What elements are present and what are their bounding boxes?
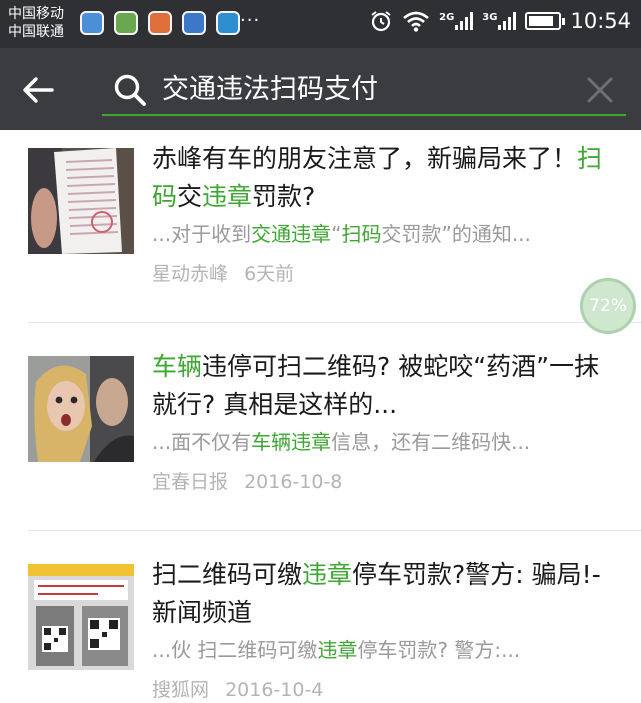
highlighted-keyword: 交通违章 [251, 222, 332, 246]
app-notification-icon [148, 11, 172, 35]
result-snippet: ...对于收到交通违章“扫码交罚款”的通知... [152, 220, 622, 248]
search-result-item[interactable]: 赤峰有车的朋友注意了，新骗局来了！扫码交违章罚款? ...对于收到交通违章“扫码… [0, 140, 641, 320]
search-header: 交通违法扫码支付 [0, 48, 641, 130]
search-result-item[interactable]: 扫二维码可缴违章停车罚款?警方: 骗局!-新闻频道 ...伙 扫二维码可缴违章停… [0, 556, 641, 703]
highlighted-keyword: 违章 [202, 182, 253, 211]
text-segment: 停车罚款? 警方:... [357, 638, 521, 662]
network-2g-label: 2G [439, 12, 455, 23]
text-segment: 交 [177, 182, 203, 211]
close-icon[interactable] [584, 74, 616, 106]
result-meta: 星动赤峰 6天前 [152, 261, 294, 287]
result-title[interactable]: 扫二维码可缴违章停车罚款?警方: 骗局!-新闻频道 [152, 556, 622, 632]
result-meta: 宜春日报 2016-10-8 [152, 469, 342, 495]
back-button[interactable] [18, 70, 58, 110]
text-segment: 罚款? [252, 182, 316, 211]
signal-2g-icon: 2G [439, 12, 474, 30]
result-date: 6天前 [244, 263, 295, 285]
search-result-item[interactable]: 车辆违停可扫二维码? 被蛇咬“药酒”一抹就行? 真相是这样的... ...面不仅… [0, 348, 641, 528]
app-notification-icon [182, 11, 206, 35]
carrier-2: 中国联通 [8, 24, 64, 40]
carrier-info: 中国移动 中国联通 [8, 5, 64, 41]
app-notification-icon [114, 11, 138, 35]
text-segment: 信息，还有二维码快... [331, 430, 531, 454]
search-input[interactable]: 交通违法扫码支付 [102, 62, 626, 116]
notification-icons [80, 11, 240, 35]
result-snippet: ...面不仅有车辆违章信息，还有二维码快... [152, 428, 622, 456]
highlighted-keyword: 扫码 [341, 222, 382, 246]
result-snippet: ...伙 扫二维码可缴违章停车罚款? 警方:... [152, 636, 622, 664]
network-3g-label: 3G [482, 12, 498, 23]
text-segment: 违停可扫二维码? 被蛇咬“药酒”一抹就行? 真相是这样的... [152, 352, 600, 419]
highlighted-keyword: 车辆违章 [251, 430, 332, 454]
text-segment: ...伙 扫二维码可缴 [152, 638, 318, 662]
result-thumbnail-notice [28, 564, 134, 670]
result-source: 宜春日报 [152, 471, 229, 493]
text-segment: 赤峰有车的朋友注意了，新骗局来了！ [152, 144, 578, 173]
highlighted-keyword: 车辆 [152, 352, 203, 381]
result-source: 搜狐网 [152, 679, 210, 701]
search-icon [114, 74, 146, 106]
wifi-icon [402, 10, 430, 32]
highlighted-keyword: 违章 [317, 638, 358, 662]
text-segment: 交罚款”的通知... [381, 222, 531, 246]
app-notification-icon [80, 11, 104, 35]
result-thumbnail-receipt [28, 148, 134, 254]
app-notification-icon [216, 11, 240, 35]
result-date: 2016-10-4 [225, 679, 324, 701]
highlighted-keyword: 违章 [302, 560, 353, 589]
alarm-icon [369, 9, 393, 33]
result-meta: 搜狐网 2016-10-4 [152, 677, 323, 703]
carrier-1: 中国移动 [8, 6, 64, 22]
text-segment: ...面不仅有 [152, 430, 252, 454]
result-date: 2016-10-8 [244, 471, 343, 493]
text-segment: 扫二维码可缴 [152, 560, 303, 589]
loading-progress-badge: 72% [580, 278, 636, 334]
status-bar: 中国移动 中国联通 ··· 2G 3G 10:54 [0, 0, 641, 48]
system-status: 2G 3G 10:54 [369, 9, 631, 33]
text-segment: “ [331, 222, 342, 246]
more-notifications-indicator: ··· [240, 10, 261, 31]
text-segment: ...对于收到 [152, 222, 252, 246]
result-title[interactable]: 车辆违停可扫二维码? 被蛇咬“药酒”一抹就行? 真相是这样的... [152, 348, 622, 424]
result-source: 星动赤峰 [152, 263, 229, 285]
result-divider [28, 322, 641, 323]
clock: 10:54 [570, 9, 631, 33]
signal-3g-icon: 3G [482, 12, 517, 30]
result-thumbnail-photo [28, 356, 134, 462]
back-arrow-icon [23, 77, 54, 103]
search-query-text[interactable]: 交通违法扫码支付 [162, 72, 378, 108]
result-divider [28, 530, 641, 531]
result-title[interactable]: 赤峰有车的朋友注意了，新骗局来了！扫码交违章罚款? [152, 140, 622, 216]
battery-icon [525, 12, 566, 30]
